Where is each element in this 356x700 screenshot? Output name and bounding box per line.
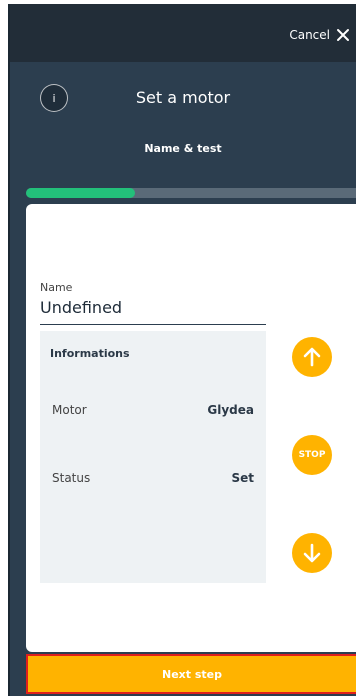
up-button[interactable] [292,337,332,377]
stop-button[interactable]: STOP [292,435,332,475]
progress-fill [26,188,135,198]
name-underline [40,324,266,325]
arrow-up-icon [303,347,321,367]
informations-title: Informations [50,347,130,360]
name-label: Name [40,281,73,294]
name-input[interactable]: Undefined [40,298,122,317]
status-value: Set [231,471,254,485]
next-step-button[interactable]: Next step [26,654,356,694]
next-step-label: Next step [162,667,222,681]
progress-bar [26,188,356,198]
content-card: Name Undefined Informations Motor Glydea… [26,204,356,652]
informations-panel: Informations Motor Glydea Status Set [40,331,266,583]
top-bar: Cancel [10,4,356,62]
close-icon [337,29,349,41]
cancel-button[interactable]: Cancel [289,28,350,42]
status-label: Status [52,471,91,485]
cancel-label: Cancel [289,28,330,42]
header: i Set a motor Name & test [10,62,356,198]
app-frame: Cancel i Set a motor Name & test Name Un… [8,4,356,696]
down-button[interactable] [292,533,332,573]
page-title: Set a motor [135,88,231,107]
arrow-down-icon [303,543,321,563]
stop-label: STOP [298,450,326,460]
motor-value: Glydea [207,403,254,417]
motor-label: Motor [52,403,87,417]
step-title: Name & test [144,142,222,155]
